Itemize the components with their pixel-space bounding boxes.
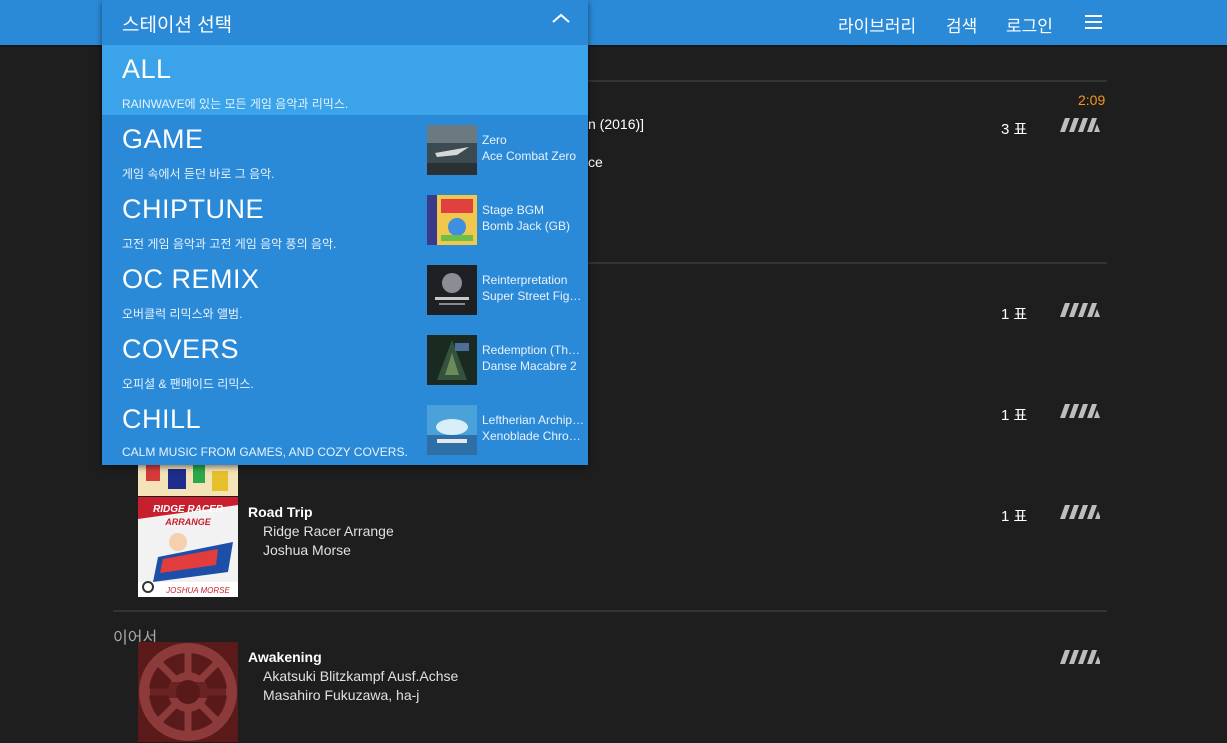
- station-dropdown-header[interactable]: 스테이션 선택: [102, 0, 588, 46]
- station-description: 고전 게임 음악과 고전 게임 음악 풍의 음악.: [122, 237, 337, 251]
- svg-text:ARRANGE: ARRANGE: [164, 517, 211, 527]
- station-description: 게임 속에서 듣던 바로 그 음악.: [122, 167, 275, 181]
- divider: [113, 610, 1107, 612]
- rating-bars-icon[interactable]: [1058, 404, 1100, 418]
- station-option-all[interactable]: ALL RAINWAVE에 있는 모든 게임 음악과 리믹스.: [102, 45, 588, 115]
- song-title[interactable]: Awakening: [248, 649, 322, 665]
- station-option-game[interactable]: GAME 게임 속에서 듣던 바로 그 음악. Zero Ace Combat …: [102, 115, 588, 185]
- svg-text:RIDGE RACER: RIDGE RACER: [153, 504, 224, 515]
- chevron-up-icon[interactable]: [552, 13, 570, 23]
- rating-bars-icon[interactable]: [1058, 303, 1100, 317]
- station-album-thumbnail: [427, 125, 477, 175]
- station-dropdown[interactable]: 스테이션 선택 ALL RAINWAVE에 있는 모든 게임 음악과 리믹스. …: [102, 0, 588, 465]
- station-album-thumbnail: [427, 195, 477, 245]
- station-name: CHIPTUNE: [122, 194, 265, 224]
- song-title[interactable]: Road Trip: [248, 504, 313, 520]
- song-artist[interactable]: Masahiro Fukuzawa, ha-j: [263, 687, 419, 703]
- station-album-thumbnail: [427, 405, 477, 455]
- station-description: RAINWAVE에 있는 모든 게임 음악과 리믹스.: [122, 97, 349, 111]
- now-playing-title-partial: n (2016)]: [588, 116, 645, 132]
- rating-bars-icon[interactable]: [1058, 118, 1100, 132]
- song-artist[interactable]: Joshua Morse: [263, 542, 351, 558]
- hamburger-menu-icon[interactable]: [1085, 15, 1102, 29]
- station-option-covers[interactable]: COVERS 오피셜 & 팬메이드 리믹스. Redemption (The D…: [102, 325, 588, 395]
- vote-count: 1 표: [1001, 306, 1028, 323]
- station-name: GAME: [122, 124, 204, 154]
- vote-count: 1 표: [1001, 508, 1028, 525]
- station-now-playing-title: Zero: [482, 133, 507, 147]
- station-album-thumbnail: [427, 265, 477, 315]
- now-playing-artist-partial: ce: [588, 154, 603, 170]
- station-now-playing-title: Redemption (The Dance of Death): [482, 343, 586, 357]
- station-option-ocremix[interactable]: OC REMIX 오버클럭 리믹스와 앨범. Reinterpretation …: [102, 255, 588, 325]
- station-now-playing-album: Bomb Jack (GB): [482, 219, 571, 233]
- station-album-thumbnail: [427, 335, 477, 385]
- station-dropdown-label[interactable]: 스테이션 선택: [122, 10, 232, 37]
- station-description: 오버클럭 리믹스와 앨범.: [122, 307, 243, 321]
- station-name: ALL: [122, 54, 172, 84]
- song-row[interactable]: Awakening Akatsuki Blitzkampf Ausf.Achse…: [138, 642, 1038, 742]
- album-cover: [138, 642, 238, 742]
- station-now-playing-album: Super Street Fighter II Turbo HD Remix: [482, 289, 586, 303]
- station-now-playing-title: Reinterpretation: [482, 273, 568, 287]
- station-name: CHILL: [122, 404, 202, 434]
- station-now-playing-title: Leftherian Archipelago: [482, 413, 586, 427]
- nav-search-link[interactable]: 검색: [946, 12, 977, 37]
- station-now-playing-album: Ace Combat Zero: [482, 149, 577, 163]
- station-name: OC REMIX: [122, 264, 260, 294]
- song-album[interactable]: Ridge Racer Arrange: [263, 523, 394, 539]
- station-option-chill[interactable]: CHILL CALM MUSIC FROM GAMES, AND COZY CO…: [102, 395, 588, 465]
- vote-count: 3 표: [1001, 121, 1028, 138]
- station-now-playing-album: Xenoblade Chronicles X: [482, 429, 586, 443]
- station-name: COVERS: [122, 334, 240, 364]
- song-album[interactable]: Akatsuki Blitzkampf Ausf.Achse: [263, 668, 458, 684]
- vote-count: 1 표: [1001, 407, 1028, 424]
- song-row[interactable]: RIDGE RACER ARRANGE JOSHUA MORSE Road Tr…: [138, 497, 1038, 597]
- album-cover: [138, 465, 238, 496]
- station-description: CALM MUSIC FROM GAMES, AND COZY COVERS.: [122, 445, 408, 459]
- album-cover: RIDGE RACER ARRANGE JOSHUA MORSE: [138, 497, 238, 597]
- nav-login-link[interactable]: 로그인: [1006, 12, 1053, 37]
- now-playing-time: 2:09: [1078, 92, 1106, 108]
- rating-bars-icon[interactable]: [1058, 650, 1100, 664]
- station-option-chiptune[interactable]: CHIPTUNE 고전 게임 음악과 고전 게임 음악 풍의 음악. Stage…: [102, 185, 588, 255]
- station-description: 오피셜 & 팬메이드 리믹스.: [122, 377, 254, 391]
- station-now-playing-title: Stage BGM: [482, 203, 545, 217]
- station-now-playing-album: Danse Macabre 2: [482, 359, 577, 373]
- svg-text:JOSHUA MORSE: JOSHUA MORSE: [165, 586, 230, 595]
- nav-library-link[interactable]: 라이브러리: [838, 12, 916, 37]
- rating-bars-icon[interactable]: [1058, 505, 1100, 519]
